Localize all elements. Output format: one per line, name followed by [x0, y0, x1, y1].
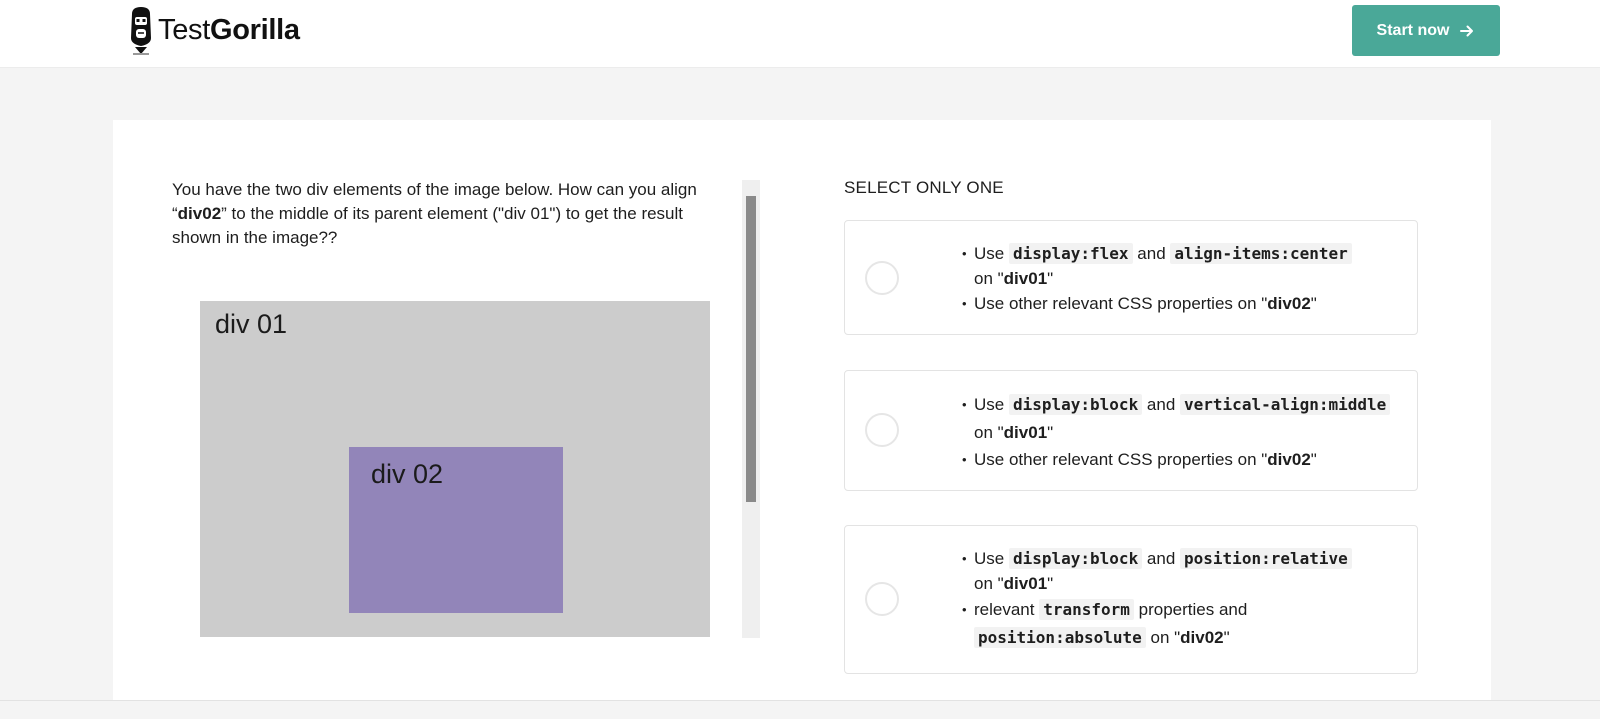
- radio-button-1[interactable]: [865, 261, 899, 295]
- code-snippet: vertical-align:middle: [1180, 394, 1391, 415]
- figure-label-div02: div 02: [371, 459, 444, 489]
- top-header: TestGorilla Start now: [0, 0, 1600, 68]
- arrow-right-icon: [1460, 25, 1474, 36]
- code-snippet: align-items:center: [1170, 243, 1352, 264]
- start-now-label: Start now: [1376, 21, 1450, 39]
- code-snippet: display:flex: [1008, 243, 1133, 264]
- option-3-bullet-1: Use display:block and position:relative …: [962, 546, 1397, 596]
- code-snippet: position:absolute: [974, 627, 1146, 648]
- question-card: You have the two div elements of the ima…: [113, 120, 1491, 700]
- select-only-one-label: SELECT ONLY ONE: [844, 178, 1004, 197]
- start-now-button[interactable]: Start now: [1352, 5, 1500, 56]
- answer-option-1[interactable]: Use display:flex and align-items:center …: [844, 220, 1418, 335]
- code-snippet: position:relative: [1180, 548, 1352, 569]
- question-scrollbar[interactable]: [742, 180, 760, 638]
- figure-box-div02: div 02: [349, 447, 563, 613]
- code-snippet: display:block: [1008, 394, 1143, 415]
- logo-text: TestGorilla: [158, 13, 300, 46]
- option-2-bullet-1: Use display:block and vertical-align:mid…: [962, 391, 1397, 447]
- radio-button-2[interactable]: [865, 413, 899, 447]
- answer-option-3[interactable]: Use display:block and position:relative …: [844, 525, 1418, 674]
- question-text: You have the two div elements of the ima…: [172, 180, 697, 247]
- option-1-bullet-2: Use other relevant CSS properties on "di…: [962, 291, 1397, 316]
- answer-option-2-text: Use display:block and vertical-align:mid…: [962, 391, 1397, 472]
- code-snippet: display:block: [1008, 548, 1143, 569]
- answer-option-3-text: Use display:block and position:relative …: [962, 546, 1397, 652]
- gorilla-icon: [131, 7, 151, 55]
- option-1-bullet-1: Use display:flex and align-items:center …: [962, 241, 1397, 291]
- option-3-bullet-2: relevant transform properties and positi…: [962, 596, 1397, 652]
- bottom-bar: [0, 700, 1600, 719]
- scrollbar-thumb[interactable]: [746, 196, 756, 502]
- answer-option-2[interactable]: Use display:block and vertical-align:mid…: [844, 370, 1418, 491]
- radio-button-3[interactable]: [865, 582, 899, 616]
- code-snippet: transform: [1039, 599, 1134, 620]
- option-2-bullet-2: Use other relevant CSS properties on "di…: [962, 447, 1397, 472]
- testgorilla-logo[interactable]: TestGorilla: [127, 4, 300, 56]
- answer-option-1-text: Use display:flex and align-items:center …: [962, 241, 1397, 316]
- figure-label-div01: div 01: [215, 309, 288, 339]
- question-figure-div01: div 01 div 02: [200, 301, 710, 637]
